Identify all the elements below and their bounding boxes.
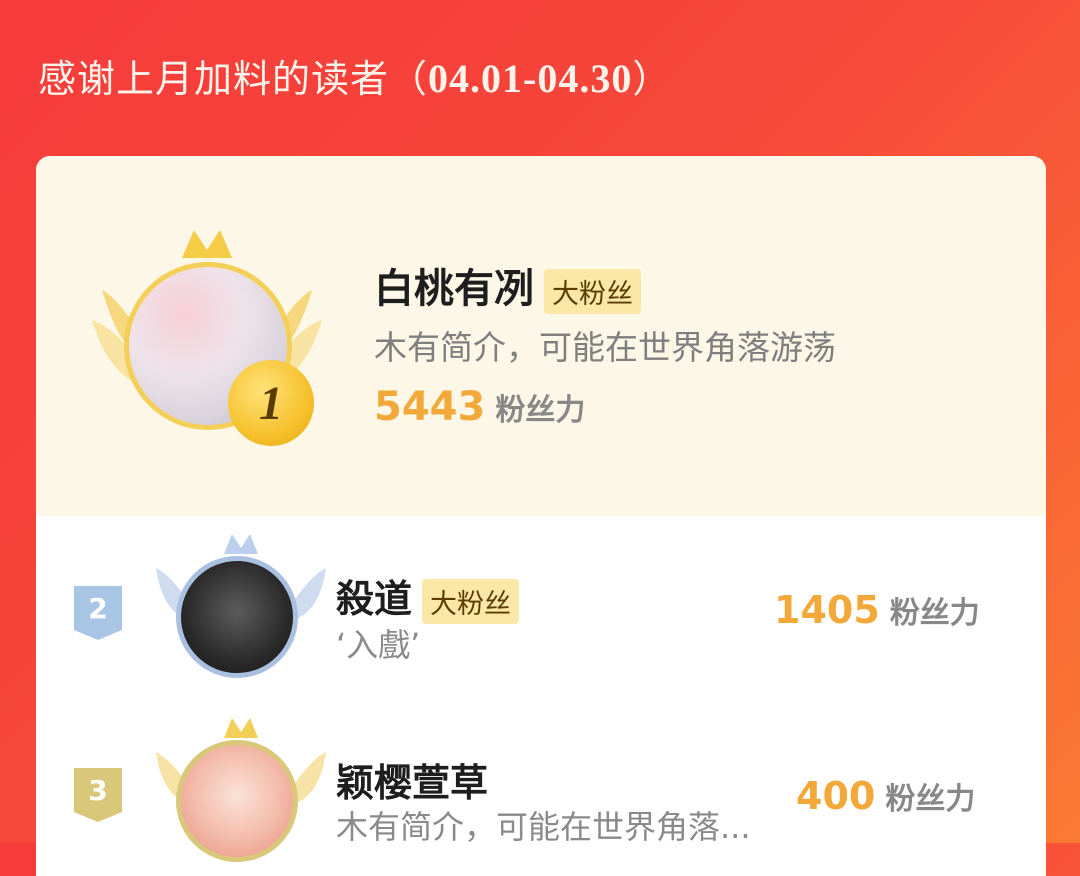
fan-power-unit-2: 粉丝力 xyxy=(889,596,980,631)
reader-description-1: 木有简介，可能在世界角落游荡 xyxy=(374,328,836,367)
avatar-rank-2[interactable] xyxy=(176,556,298,678)
fan-badge-1: 大粉丝 xyxy=(544,268,641,314)
reader-description-2: ‘入戲’ xyxy=(336,626,421,664)
rank-1-medal: 1 xyxy=(228,360,314,446)
fan-power-1: 5443 粉丝力 xyxy=(374,384,585,430)
fan-power-3: 400 粉丝力 xyxy=(796,774,975,818)
reader-name-1-text: 白桃有冽 xyxy=(374,266,534,312)
avatar-rank-3[interactable] xyxy=(176,740,298,862)
reader-name-2[interactable]: 殺道 大粉丝 xyxy=(336,568,520,624)
reader-name-2-text: 殺道 xyxy=(336,577,413,621)
fan-power-unit-3: 粉丝力 xyxy=(885,782,976,817)
rank-3-flag: 3 xyxy=(74,768,122,822)
date-range: 04.01-04.30 xyxy=(428,56,633,101)
fan-power-value-1: 5443 xyxy=(374,384,486,430)
title-text: 感谢上月加料的读者（ xyxy=(38,57,429,101)
title-close: ） xyxy=(632,57,672,101)
fan-power-value-2: 1405 xyxy=(774,588,880,632)
fan-badge-2: 大粉丝 xyxy=(422,579,520,624)
reader-name-3[interactable]: 颖樱萱草 xyxy=(336,752,488,807)
page-title: 感谢上月加料的读者（04.01-04.30） xyxy=(38,48,671,103)
leaderboard-card: 1 白桃有冽 大粉丝 木有简介，可能在世界角落游荡 5443 粉丝力 2 殺道 大粉丝… xyxy=(36,156,1046,876)
reader-description-3: 木有简介，可能在世界角落... xyxy=(336,808,751,846)
fan-power-value-3: 400 xyxy=(796,774,876,818)
fan-power-unit-1: 粉丝力 xyxy=(495,393,586,428)
reader-name-1[interactable]: 白桃有冽 大粉丝 xyxy=(374,256,641,314)
rank-2-flag: 2 xyxy=(74,586,122,640)
fan-power-2: 1405 粉丝力 xyxy=(774,588,980,632)
